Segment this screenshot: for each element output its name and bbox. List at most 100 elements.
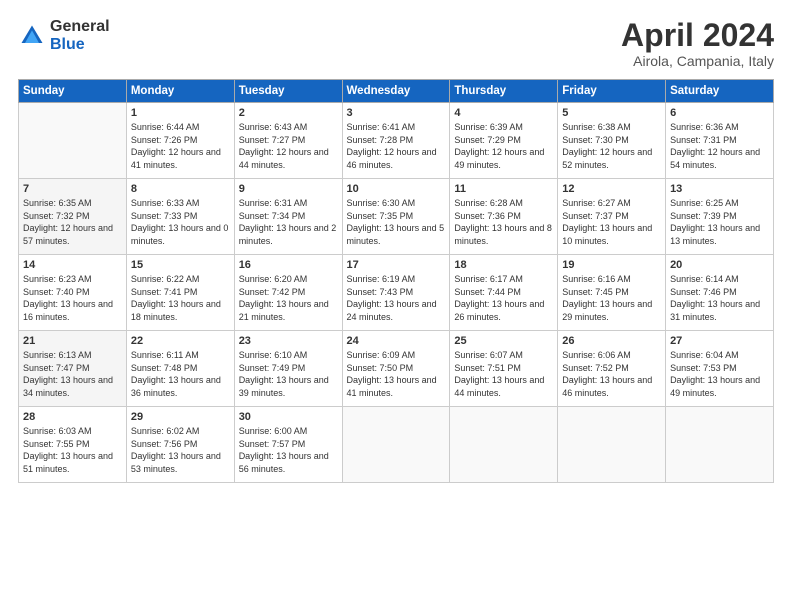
logo-text: General Blue [50, 18, 110, 53]
calendar-cell: 6Sunrise: 6:36 AMSunset: 7:31 PMDaylight… [666, 103, 774, 179]
day-number: 25 [454, 335, 553, 347]
calendar-cell [342, 407, 450, 483]
day-number: 18 [454, 259, 553, 271]
day-number: 13 [670, 183, 769, 195]
calendar-cell: 14 Sunrise: 6:23 AMSunset: 7:40 PMDayligh… [19, 255, 127, 331]
day-info: Sunrise: 6:03 AMSunset: 7:55 PMDaylight:… [23, 425, 122, 475]
calendar-cell: 7 Sunrise: 6:35 AMSunset: 7:32 PMDaylight… [19, 179, 127, 255]
logo: General Blue [18, 18, 110, 53]
calendar-cell: 19 Sunrise: 6:16 AMSunset: 7:45 PMDayligh… [558, 255, 666, 331]
day-number: 1 [131, 107, 230, 119]
calendar-cell: 4 Sunrise: 6:39 AMSunset: 7:29 PMDaylight… [450, 103, 558, 179]
calendar-cell: 28 Sunrise: 6:03 AMSunset: 7:55 PMDayligh… [19, 407, 127, 483]
day-number: 28 [23, 411, 122, 423]
day-info: Sunrise: 6:44 AMSunset: 7:26 PMDaylight:… [131, 121, 230, 171]
day-number: 24 [347, 335, 446, 347]
column-header-monday: Monday [126, 80, 234, 103]
calendar-cell: 11 Sunrise: 6:28 AMSunset: 7:36 PMDayligh… [450, 179, 558, 255]
day-number: 27 [670, 335, 769, 347]
logo-general: General [50, 18, 110, 36]
column-header-thursday: Thursday [450, 80, 558, 103]
day-info: Sunrise: 6:25 AMSunset: 7:39 PMDaylight:… [670, 197, 769, 247]
calendar-cell: 12Sunrise: 6:27 AMSunset: 7:37 PMDayligh… [558, 179, 666, 255]
day-info: Sunrise: 6:06 AMSunset: 7:52 PMDaylight:… [562, 349, 661, 399]
calendar-cell: 3 Sunrise: 6:41 AMSunset: 7:28 PMDaylight… [342, 103, 450, 179]
day-info: Sunrise: 6:17 AMSunset: 7:44 PMDaylight:… [454, 273, 553, 323]
day-number: 20 [670, 259, 769, 271]
day-info: Sunrise: 6:28 AMSunset: 7:36 PMDaylight:… [454, 197, 553, 247]
day-number: 7 [23, 183, 122, 195]
week-row-1: 1 Sunrise: 6:44 AMSunset: 7:26 PMDaylight… [19, 103, 774, 179]
calendar-cell [558, 407, 666, 483]
day-info: Sunrise: 6:23 AMSunset: 7:40 PMDaylight:… [23, 273, 122, 323]
day-number: 9 [239, 183, 338, 195]
calendar-cell: 21 Sunrise: 6:13 AMSunset: 7:47 PMDayligh… [19, 331, 127, 407]
day-number: 8 [131, 183, 230, 195]
day-info: Sunrise: 6:39 AMSunset: 7:29 PMDaylight:… [454, 121, 553, 171]
day-number: 12 [562, 183, 661, 195]
day-number: 5 [562, 107, 661, 119]
column-header-saturday: Saturday [666, 80, 774, 103]
day-info: Sunrise: 6:13 AMSunset: 7:47 PMDaylight:… [23, 349, 122, 399]
calendar-cell [450, 407, 558, 483]
day-info: Sunrise: 6:22 AMSunset: 7:41 PMDaylight:… [131, 273, 230, 323]
calendar-cell: 10Sunrise: 6:30 AMSunset: 7:35 PMDayligh… [342, 179, 450, 255]
day-info: Sunrise: 6:20 AMSunset: 7:42 PMDaylight:… [239, 273, 338, 323]
day-number: 21 [23, 335, 122, 347]
title-block: April 2024 Airola, Campania, Italy [621, 18, 774, 69]
calendar-cell [666, 407, 774, 483]
calendar-cell: 20 Sunrise: 6:14 AMSunset: 7:46 PMDayligh… [666, 255, 774, 331]
calendar-cell: 5 Sunrise: 6:38 AMSunset: 7:30 PMDaylight… [558, 103, 666, 179]
calendar-cell: 16Sunrise: 6:20 AMSunset: 7:42 PMDayligh… [234, 255, 342, 331]
day-number: 11 [454, 183, 553, 195]
day-number: 15 [131, 259, 230, 271]
day-number: 14 [23, 259, 122, 271]
calendar-cell: 24 Sunrise: 6:09 AMSunset: 7:50 PMDayligh… [342, 331, 450, 407]
column-header-friday: Friday [558, 80, 666, 103]
day-info: Sunrise: 6:07 AMSunset: 7:51 PMDaylight:… [454, 349, 553, 399]
logo-icon [18, 22, 46, 50]
calendar-cell: 15 Sunrise: 6:22 AMSunset: 7:41 PMDayligh… [126, 255, 234, 331]
calendar-cell: 13 Sunrise: 6:25 AMSunset: 7:39 PMDayligh… [666, 179, 774, 255]
day-info: Sunrise: 6:30 AMSunset: 7:35 PMDaylight:… [347, 197, 446, 247]
calendar-table: SundayMondayTuesdayWednesdayThursdayFrid… [18, 79, 774, 483]
day-number: 29 [131, 411, 230, 423]
day-number: 2 [239, 107, 338, 119]
main-title: April 2024 [621, 18, 774, 53]
day-number: 22 [131, 335, 230, 347]
day-info: Sunrise: 6:43 AMSunset: 7:27 PMDaylight:… [239, 121, 338, 171]
day-info: Sunrise: 6:14 AMSunset: 7:46 PMDaylight:… [670, 273, 769, 323]
day-info: Sunrise: 6:31 AMSunset: 7:34 PMDaylight:… [239, 197, 338, 247]
day-info: Sunrise: 6:35 AMSunset: 7:32 PMDaylight:… [23, 197, 122, 247]
day-info: Sunrise: 6:11 AMSunset: 7:48 PMDaylight:… [131, 349, 230, 399]
calendar-cell: 26 Sunrise: 6:06 AMSunset: 7:52 PMDayligh… [558, 331, 666, 407]
page: General Blue April 2024 Airola, Campania… [0, 0, 792, 612]
day-number: 30 [239, 411, 338, 423]
calendar-cell: 1 Sunrise: 6:44 AMSunset: 7:26 PMDaylight… [126, 103, 234, 179]
day-info: Sunrise: 6:09 AMSunset: 7:50 PMDaylight:… [347, 349, 446, 399]
week-row-3: 14 Sunrise: 6:23 AMSunset: 7:40 PMDayligh… [19, 255, 774, 331]
day-info: Sunrise: 6:19 AMSunset: 7:43 PMDaylight:… [347, 273, 446, 323]
calendar-cell: 27 Sunrise: 6:04 AMSunset: 7:53 PMDayligh… [666, 331, 774, 407]
day-number: 17 [347, 259, 446, 271]
column-header-wednesday: Wednesday [342, 80, 450, 103]
day-info: Sunrise: 6:41 AMSunset: 7:28 PMDaylight:… [347, 121, 446, 171]
header-row: SundayMondayTuesdayWednesdayThursdayFrid… [19, 80, 774, 103]
day-number: 4 [454, 107, 553, 119]
column-header-tuesday: Tuesday [234, 80, 342, 103]
day-info: Sunrise: 6:38 AMSunset: 7:30 PMDaylight:… [562, 121, 661, 171]
day-info: Sunrise: 6:04 AMSunset: 7:53 PMDaylight:… [670, 349, 769, 399]
day-number: 26 [562, 335, 661, 347]
day-info: Sunrise: 6:16 AMSunset: 7:45 PMDaylight:… [562, 273, 661, 323]
day-number: 3 [347, 107, 446, 119]
calendar-cell: 30Sunrise: 6:00 AMSunset: 7:57 PMDayligh… [234, 407, 342, 483]
calendar-cell: 25 Sunrise: 6:07 AMSunset: 7:51 PMDayligh… [450, 331, 558, 407]
calendar-cell: 2 Sunrise: 6:43 AMSunset: 7:27 PMDaylight… [234, 103, 342, 179]
week-row-4: 21 Sunrise: 6:13 AMSunset: 7:47 PMDayligh… [19, 331, 774, 407]
day-info: Sunrise: 6:36 AMSunset: 7:31 PMDaylight:… [670, 121, 769, 171]
logo-blue: Blue [50, 36, 110, 54]
calendar-cell [19, 103, 127, 179]
day-number: 19 [562, 259, 661, 271]
subtitle: Airola, Campania, Italy [621, 53, 774, 69]
calendar-cell: 22 Sunrise: 6:11 AMSunset: 7:48 PMDayligh… [126, 331, 234, 407]
